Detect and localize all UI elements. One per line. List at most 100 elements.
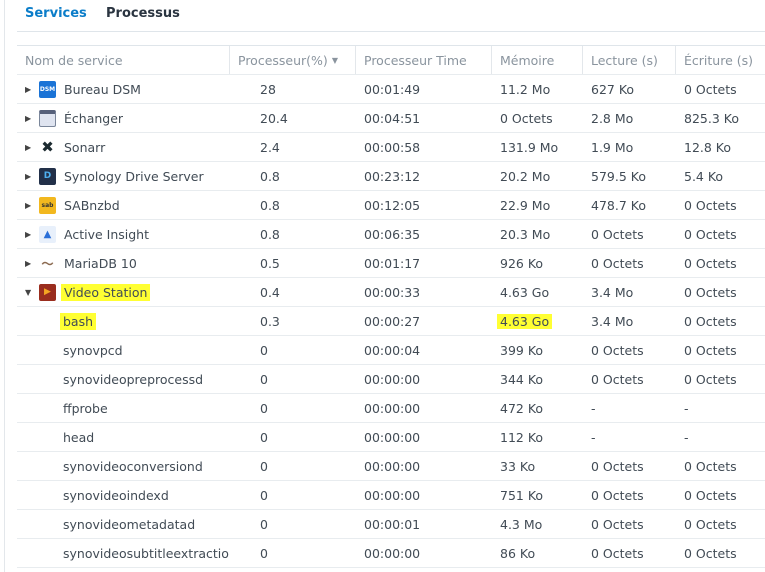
expand-arrow-icon[interactable]: ▶ — [25, 143, 39, 152]
cell-time: 00:00:27 — [364, 313, 421, 329]
cell-write: 0 Octets — [684, 226, 737, 242]
col-memory[interactable]: Mémoire — [492, 46, 583, 74]
memory-value: 4.63 Go — [500, 284, 550, 300]
expand-arrow-icon[interactable]: ▶ — [25, 85, 39, 94]
col-time[interactable]: Processeur Time — [356, 46, 492, 74]
active-insight-icon: ▲ — [39, 225, 56, 243]
cell-write: 0 Octets — [684, 197, 737, 213]
table-row[interactable]: synovideometadatad 0 00:00:01 4.3 Mo 0 O… — [17, 510, 765, 539]
table-row[interactable]: ffprobe 0 00:00:00 472 Ko - - — [17, 394, 765, 423]
cell-read: 1.9 Mo — [591, 139, 634, 155]
cell-time: 00:00:04 — [364, 342, 421, 358]
memory-value: 344 Ko — [500, 371, 544, 387]
cell-memory: 472 Ko — [492, 401, 583, 416]
service-name: synovideosubtitleextraction — [63, 545, 230, 561]
cell-cpu: 0 — [260, 487, 268, 503]
service-name: synovideopreprocessd — [63, 371, 204, 387]
cell-name: synovpcd — [17, 343, 230, 358]
collapse-arrow-icon[interactable]: ▼ — [25, 288, 39, 297]
memory-value: 33 Ko — [500, 458, 536, 474]
cell-read: 627 Ko — [591, 81, 635, 97]
cell-write: 5.4 Ko — [684, 168, 724, 184]
service-name: Échanger — [64, 110, 124, 126]
service-name: Bureau DSM — [64, 81, 141, 97]
cell-read: 579.5 Ko — [591, 168, 646, 184]
expand-arrow-icon[interactable]: ▶ — [25, 259, 39, 268]
tab-services[interactable]: Services — [25, 6, 87, 21]
col-cpu-label: Processeur(%) — [238, 52, 328, 68]
cell-time: 00:00:58 — [364, 139, 421, 155]
col-read[interactable]: Lecture (s) — [583, 46, 676, 74]
cell-write: 0 Octets — [684, 545, 737, 561]
memory-value: 20.3 Mo — [500, 226, 551, 242]
cell-read: 0 Octets — [591, 458, 644, 474]
service-name: ffprobe — [63, 400, 108, 416]
memory-value: 399 Ko — [500, 342, 544, 358]
cell-write: 0 Octets — [684, 516, 737, 532]
cell-memory: 751 Ko — [492, 488, 583, 503]
cell-memory: 4.3 Mo — [492, 517, 583, 532]
cell-write: 0 Octets — [684, 371, 737, 387]
table-row[interactable]: bash 0.3 00:00:27 4.63 Go 3.4 Mo 0 Octet… — [17, 307, 765, 336]
mariadb-icon: 〜 — [41, 256, 54, 271]
table-row[interactable]: ▶ Échanger 20.4 00:04:51 0 Octets 2.8 Mo … — [17, 104, 765, 133]
cell-name: ▶ D Synology Drive Server — [17, 167, 230, 185]
cell-name: ▶ 〜 MariaDB 10 — [17, 255, 230, 272]
expand-arrow-icon[interactable]: ▶ — [25, 172, 39, 181]
memory-value: 22.9 Mo — [500, 197, 551, 213]
cell-memory: 20.2 Mo — [492, 169, 583, 184]
expand-arrow-icon[interactable]: ▶ — [25, 201, 39, 210]
cell-cpu: 0.8 — [260, 226, 280, 242]
service-name: Synology Drive Server — [64, 168, 204, 184]
cell-time: 00:00:33 — [364, 284, 421, 300]
col-write[interactable]: Écriture (s) — [676, 46, 765, 74]
col-cpu[interactable]: Processeur(%) ▼ — [230, 46, 356, 74]
table-row[interactable]: synovideosubtitleextraction 0 00:00:00 8… — [17, 539, 765, 568]
table-row[interactable]: ▶ 〜 MariaDB 10 0.5 00:01:17 926 Ko 0 Octet… — [17, 249, 765, 278]
tab-processus[interactable]: Processus — [106, 6, 180, 21]
cell-memory: 926 Ko — [492, 256, 583, 271]
cell-memory: 112 Ko — [492, 430, 583, 445]
table-row[interactable]: ▶ ✖ Sonarr 2.4 00:00:58 131.9 Mo 1.9 Mo 12… — [17, 133, 765, 162]
table-row[interactable]: ▶ DSM Bureau DSM 28 00:01:49 11.2 Mo 627 K… — [17, 75, 765, 104]
sort-desc-icon: ▼ — [331, 55, 338, 65]
table-row[interactable]: ▶ sab SABnzbd 0.8 00:12:05 22.9 Mo 478.7 K… — [17, 191, 765, 220]
cell-time: 00:00:00 — [364, 371, 421, 387]
table-row[interactable]: ▶ ▲ Active Insight 0.8 00:06:35 20.3 Mo 0 … — [17, 220, 765, 249]
cell-name: synovideoindexd — [17, 488, 230, 503]
expand-arrow-icon[interactable]: ▶ — [25, 230, 39, 239]
cell-time: 00:00:00 — [364, 545, 421, 561]
cell-write: - — [684, 400, 689, 416]
cell-write: 12.8 Ko — [684, 139, 732, 155]
col-name[interactable]: Nom de service — [17, 46, 230, 74]
table-row[interactable]: head 0 00:00:00 112 Ko - - — [17, 423, 765, 452]
cell-time: 00:12:05 — [364, 197, 421, 213]
cell-memory: 33 Ko — [492, 459, 583, 474]
cell-time: 00:01:49 — [364, 81, 421, 97]
cell-cpu: 0.5 — [260, 255, 280, 271]
cell-time: 00:00:00 — [364, 429, 421, 445]
service-name: synovpcd — [63, 342, 123, 358]
table-row[interactable]: synovideoindexd 0 00:00:00 751 Ko 0 Octe… — [17, 481, 765, 510]
memory-value: 112 Ko — [500, 429, 544, 445]
cell-name: synovideometadatad — [17, 517, 230, 532]
cell-write: 0 Octets — [684, 81, 737, 97]
cell-cpu: 0.3 — [260, 313, 280, 329]
cell-read: 3.4 Mo — [591, 284, 634, 300]
table-row[interactable]: synovideoconversiond 0 00:00:00 33 Ko 0 … — [17, 452, 765, 481]
table-row[interactable]: synovideopreprocessd 0 00:00:00 344 Ko 0… — [17, 365, 765, 394]
sonarr-icon: ✖ — [41, 138, 54, 156]
cell-read: 0 Octets — [591, 545, 644, 561]
table-row[interactable]: synovpcd 0 00:00:04 399 Ko 0 Octets 0 Oc… — [17, 336, 765, 365]
cell-name: head — [17, 430, 230, 445]
cell-memory: 4.63 Go — [492, 313, 583, 329]
table-row[interactable]: ▼ ▶ Video Station 0.4 00:00:33 4.63 Go 3.4… — [17, 278, 765, 307]
table-body: ▶ DSM Bureau DSM 28 00:01:49 11.2 Mo 627 K… — [17, 75, 765, 568]
video-station-icon: ▶ — [39, 283, 56, 301]
cell-write: 0 Octets — [684, 342, 737, 358]
cell-cpu: 0 — [260, 371, 268, 387]
expand-arrow-icon[interactable]: ▶ — [25, 114, 39, 123]
memory-value: 131.9 Mo — [500, 139, 559, 155]
table-row[interactable]: ▶ D Synology Drive Server 0.8 00:23:12 20.… — [17, 162, 765, 191]
cell-time: 00:01:17 — [364, 255, 421, 271]
